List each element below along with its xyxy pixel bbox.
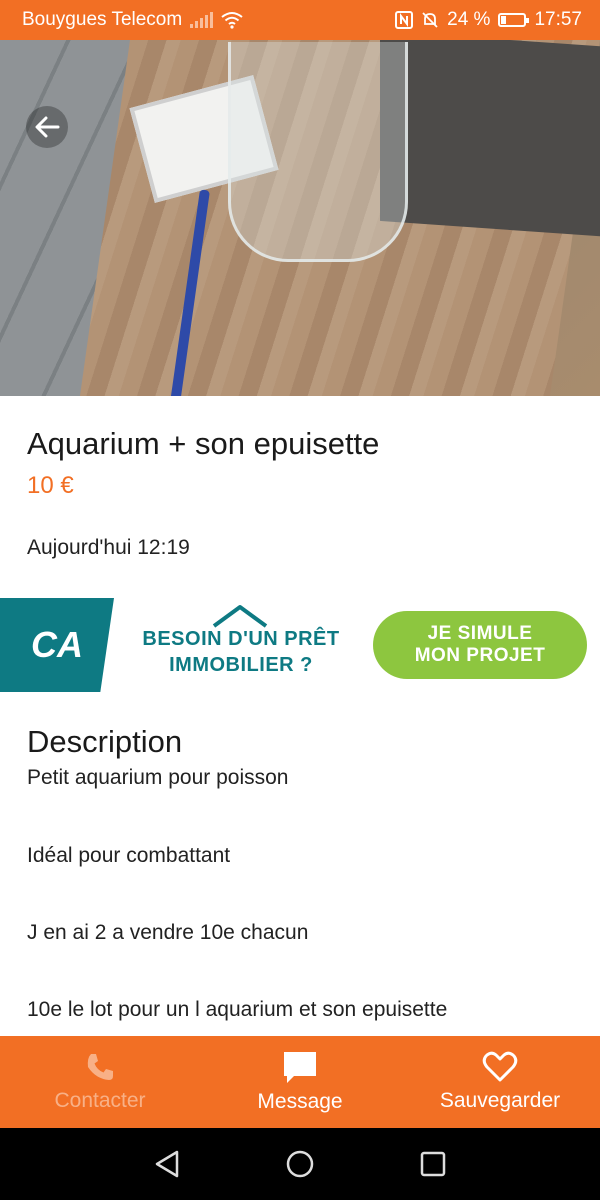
heart-icon: [482, 1051, 518, 1082]
message-label: Message: [257, 1090, 343, 1113]
system-nav-bar: [0, 1128, 600, 1200]
carrier-label: Bouygues Telecom: [22, 9, 183, 30]
nav-home-button[interactable]: [280, 1144, 320, 1184]
nfc-icon: [395, 11, 414, 29]
contact-button[interactable]: Contacter: [0, 1036, 200, 1128]
photo-dark-surface: [380, 40, 600, 240]
house-roof-icon: [212, 605, 268, 628]
mute-icon: [422, 12, 438, 28]
ad-cta-line-1: JE SIMULE: [427, 623, 533, 644]
nav-back-button[interactable]: [147, 1144, 187, 1184]
signal-icon: [190, 12, 214, 28]
status-right: 24 % 17:57: [395, 9, 582, 31]
status-bar: Bouygues Telecom 24 % 17:57: [0, 0, 600, 40]
battery-icon: [498, 13, 530, 27]
action-bar: Contacter Message Sauvegarder: [0, 1036, 600, 1128]
save-button[interactable]: Sauvegarder: [400, 1036, 600, 1128]
arrow-left-icon: [35, 116, 60, 138]
description-line: J en ai 2 a vendre 10e chacun: [27, 921, 309, 944]
ad-line-1: BESOIN D'UN PRÊT: [142, 628, 340, 650]
listing-image-carousel[interactable]: [0, 40, 600, 396]
ad-line-2: IMMOBILIER ?: [169, 654, 313, 676]
listing-date: Aujourd'hui 12:19: [27, 536, 190, 559]
clock: 17:57: [534, 9, 582, 30]
status-left: Bouygues Telecom: [22, 9, 243, 31]
recents-square-icon: [421, 1151, 446, 1177]
back-button[interactable]: [26, 106, 68, 148]
description-line: Petit aquarium pour poisson: [27, 766, 289, 789]
ad-headline: BESOIN D'UN PRÊT IMMOBILIER ?: [128, 626, 354, 678]
listing-price: 10 €: [27, 472, 74, 499]
nav-recents-button[interactable]: [413, 1144, 453, 1184]
listing-title: Aquarium + son epuisette: [27, 426, 380, 461]
wifi-icon: [221, 12, 243, 29]
back-triangle-icon: [155, 1150, 178, 1178]
home-circle-icon: [286, 1150, 314, 1178]
description-heading: Description: [27, 724, 183, 759]
chat-bubble-icon: [284, 1052, 316, 1083]
description-line: 10e le lot pour un l aquarium et son epu…: [27, 998, 448, 1021]
contact-label: Contacter: [54, 1089, 146, 1112]
photo-glass-aquarium: [228, 42, 408, 262]
phone-icon: [87, 1054, 113, 1080]
message-button[interactable]: Message: [200, 1036, 400, 1128]
ad-cta-line-2: MON PROJET: [414, 645, 546, 666]
credit-agricole-logo: CA: [0, 598, 114, 692]
save-label: Sauvegarder: [439, 1089, 561, 1112]
ad-cta-button[interactable]: JE SIMULE MON PROJET: [373, 611, 587, 679]
ad-banner[interactable]: CA BESOIN D'UN PRÊT IMMOBILIER ? JE SIMU…: [0, 598, 600, 692]
description-line: Idéal pour combattant: [27, 844, 231, 867]
battery-percent: 24 %: [447, 9, 491, 30]
